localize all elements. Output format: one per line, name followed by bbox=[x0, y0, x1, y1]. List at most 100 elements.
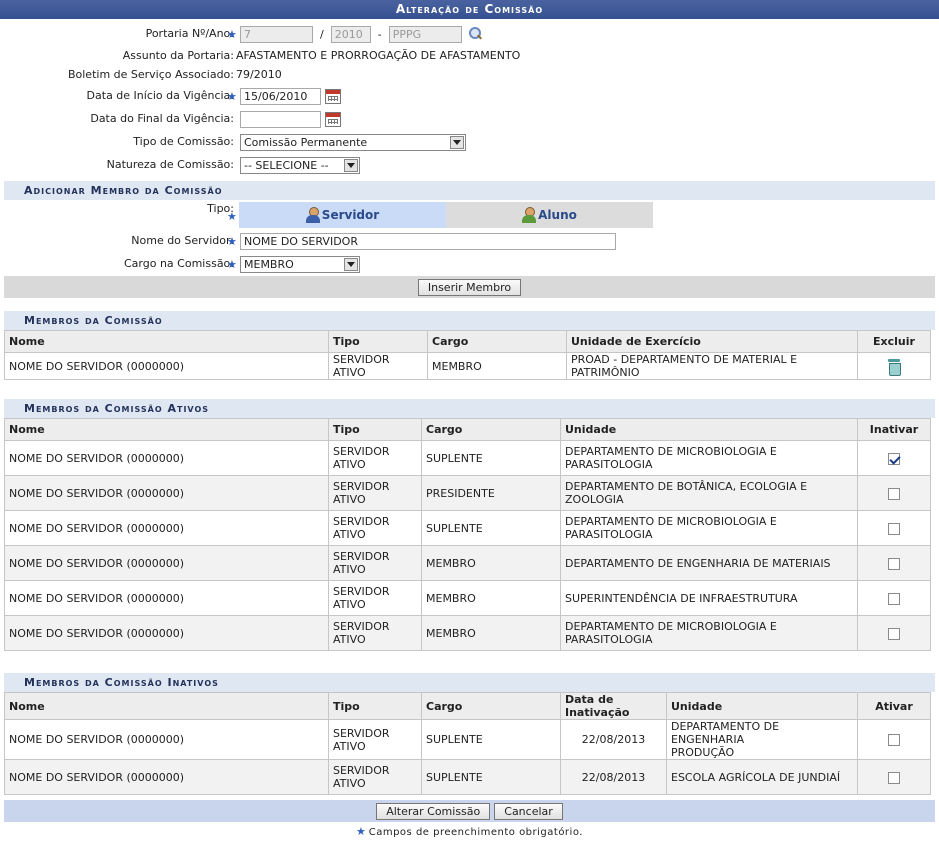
cargo-row: Cargo na Comissão: ★ MEMBRO bbox=[0, 253, 939, 276]
cargo-select-value: MEMBRO bbox=[244, 257, 294, 271]
ativar-checkbox[interactable] bbox=[888, 771, 900, 784]
cell-tipo: SERVIDOR bbox=[333, 620, 390, 633]
cell-cargo: MEMBRO bbox=[421, 615, 561, 651]
column-header: Cargo bbox=[421, 418, 561, 441]
inicio-row: Data de Início da Vigência: ★ bbox=[0, 85, 939, 108]
assunto-value: AFASTAMENTO E PRORROGAÇÃO DE AFASTAMENTO bbox=[236, 49, 521, 62]
cancel-button[interactable]: Cancelar bbox=[494, 802, 563, 820]
search-icon[interactable] bbox=[468, 27, 482, 41]
portaria-sigla-input[interactable] bbox=[388, 25, 462, 43]
cell-cargo: PRESIDENTE bbox=[421, 475, 561, 511]
table-row: NOME DO SERVIDOR (0000000) SERVIDOR ATIVO… bbox=[4, 759, 931, 795]
cell-cargo: SUPLENTE bbox=[421, 510, 561, 546]
cell-nome: NOME DO SERVIDOR (0000000) bbox=[4, 475, 329, 511]
nome-servidor-input[interactable] bbox=[240, 232, 616, 250]
column-header: Unidade de Exercício bbox=[566, 330, 858, 353]
portaria-numero-input[interactable] bbox=[240, 25, 313, 43]
inativar-checkbox[interactable] bbox=[888, 627, 900, 640]
column-header: Tipo bbox=[328, 692, 422, 720]
inativar-checkbox[interactable] bbox=[888, 592, 900, 605]
cell-cargo: MEMBRO bbox=[421, 545, 561, 581]
column-header: Nome bbox=[4, 330, 329, 353]
cell-tipo: ATIVO bbox=[333, 458, 366, 471]
tipo-select[interactable]: Comissão Permanente bbox=[240, 133, 466, 151]
column-header: Unidade bbox=[666, 692, 858, 720]
chevron-down-icon bbox=[450, 135, 464, 149]
column-header: Unidade bbox=[560, 418, 858, 441]
inicio-label: Data de Início da Vigência: bbox=[86, 89, 234, 102]
column-header: Nome bbox=[4, 692, 329, 720]
natureza-select-value: -- SELECIONE -- bbox=[244, 158, 329, 172]
inativar-checkbox[interactable] bbox=[888, 487, 900, 500]
cell-cargo: MEMBRO bbox=[427, 352, 567, 380]
inativar-checkbox[interactable] bbox=[888, 557, 900, 570]
cell-tipo: SERVIDOR bbox=[333, 726, 390, 740]
cell-unidade: DEPARTAMENTO DE MICROBIOLOGIA E PARASITO… bbox=[560, 440, 858, 476]
boletim-row: Boletim de Serviço Associado: 79/2010 bbox=[0, 65, 939, 85]
inativos-table: Nome Tipo Cargo Data de Inativação Unida… bbox=[4, 692, 931, 795]
portaria-separator: / bbox=[320, 27, 324, 41]
membros-section-header: Membros da Comissão bbox=[4, 311, 935, 330]
cell-nome: NOME DO SERVIDOR (0000000) bbox=[4, 615, 329, 651]
inserir-membro-button[interactable]: Inserir Membro bbox=[417, 278, 522, 296]
nome-servidor-row: Nome do Servidor: ★ bbox=[0, 230, 939, 253]
cell-tipo: SERVIDOR bbox=[333, 515, 390, 528]
final-date-input[interactable] bbox=[240, 110, 321, 128]
assunto-row: Assunto da Portaria: AFASTAMENTO E PRORR… bbox=[0, 46, 939, 65]
natureza-select[interactable]: -- SELECIONE -- bbox=[240, 156, 360, 174]
aluno-icon bbox=[522, 207, 537, 223]
trash-icon[interactable] bbox=[887, 358, 901, 376]
tab-aluno[interactable]: Aluno bbox=[446, 202, 653, 228]
table-row: NOME DO SERVIDOR (0000000) SERVIDOR ATIVO… bbox=[4, 719, 931, 760]
tipo-membro-tabs: Servidor Aluno bbox=[239, 202, 653, 228]
adicionar-section-header: Adicionar Membro da Comissão bbox=[4, 181, 935, 200]
required-icon: ★ bbox=[227, 234, 237, 248]
table-row: NOME DO SERVIDOR (0000000) SERVIDOR ATIVO… bbox=[4, 615, 931, 651]
portaria-label: Portaria Nº/Ano: bbox=[145, 27, 234, 40]
cell-unidade: SUPERINTENDÊNCIA DE INFRAESTRUTURA bbox=[560, 580, 858, 616]
inserir-bar: Inserir Membro bbox=[4, 276, 935, 298]
table-row: NOME DO SERVIDOR (0000000) SERVIDOR ATIVO… bbox=[4, 510, 931, 546]
cell-unidade: DEPARTAMENTO DE ENGENHARIA bbox=[671, 720, 780, 746]
cell-unidade: PRODUÇÃO bbox=[671, 746, 735, 759]
nome-servidor-label: Nome do Servidor: bbox=[131, 234, 234, 247]
cell-unidade: DEPARTAMENTO DE BOTÂNICA, ECOLOGIA E ZOO… bbox=[560, 475, 858, 511]
tab-servidor-label: Servidor bbox=[321, 208, 380, 222]
cell-tipo: ATIVO bbox=[333, 598, 366, 611]
cargo-select[interactable]: MEMBRO bbox=[240, 255, 360, 273]
tipo-select-value: Comissão Permanente bbox=[244, 135, 368, 149]
tab-servidor[interactable]: Servidor bbox=[239, 202, 446, 228]
portaria-row: Portaria Nº/Ano: ★ / - bbox=[0, 23, 939, 46]
inativar-checkbox[interactable] bbox=[888, 522, 900, 535]
column-header: Tipo bbox=[328, 418, 422, 441]
cell-tipo: SERVIDOR bbox=[333, 585, 390, 598]
cell-unidade: DEPARTAMENTO DE ENGENHARIA DE MATERIAIS bbox=[560, 545, 858, 581]
column-header: Data de Inativação bbox=[560, 692, 667, 720]
cell-nome: NOME DO SERVIDOR (0000000) bbox=[4, 759, 329, 795]
inativar-checkbox[interactable] bbox=[888, 452, 900, 465]
cell-nome: NOME DO SERVIDOR (0000000) bbox=[4, 545, 329, 581]
cell-unidade: DEPARTAMENTO DE MICROBIOLOGIA E PARASITO… bbox=[560, 615, 858, 651]
ativar-checkbox[interactable] bbox=[888, 734, 900, 746]
required-icon: ★ bbox=[356, 825, 367, 838]
required-note-text: Campos de preenchimento obrigatório. bbox=[368, 827, 583, 838]
cell-tipo: ATIVO bbox=[333, 563, 366, 576]
column-header: Cargo bbox=[421, 692, 561, 720]
cell-tipo: SERVIDOR bbox=[333, 550, 390, 563]
cell-cargo: SUPLENTE bbox=[421, 759, 561, 795]
ativos-table: Nome Tipo Cargo Unidade Inativar NOME DO… bbox=[4, 418, 931, 651]
assunto-label: Assunto da Portaria: bbox=[122, 49, 234, 62]
cell-tipo: ATIVO bbox=[333, 528, 366, 541]
table-row: NOME DO SERVIDOR (0000000) SERVIDOR ATIVO… bbox=[4, 580, 931, 616]
cell-tipo: ATIVO bbox=[333, 493, 366, 506]
cell-nome: NOME DO SERVIDOR (0000000) bbox=[4, 580, 329, 616]
alterar-comissao-button[interactable]: Alterar Comissão bbox=[376, 802, 491, 820]
calendar-icon[interactable] bbox=[325, 111, 341, 127]
portaria-ano-input[interactable] bbox=[330, 25, 371, 43]
inicio-date-input[interactable] bbox=[240, 87, 321, 105]
cell-tipo: ATIVO bbox=[333, 777, 366, 790]
membros-table: Nome Tipo Cargo Unidade de Exercício Exc… bbox=[4, 330, 931, 380]
cell-tipo: SERVIDOR bbox=[333, 764, 390, 777]
cell-nome: NOME DO SERVIDOR (0000000) bbox=[4, 352, 329, 380]
calendar-icon[interactable] bbox=[325, 88, 341, 104]
